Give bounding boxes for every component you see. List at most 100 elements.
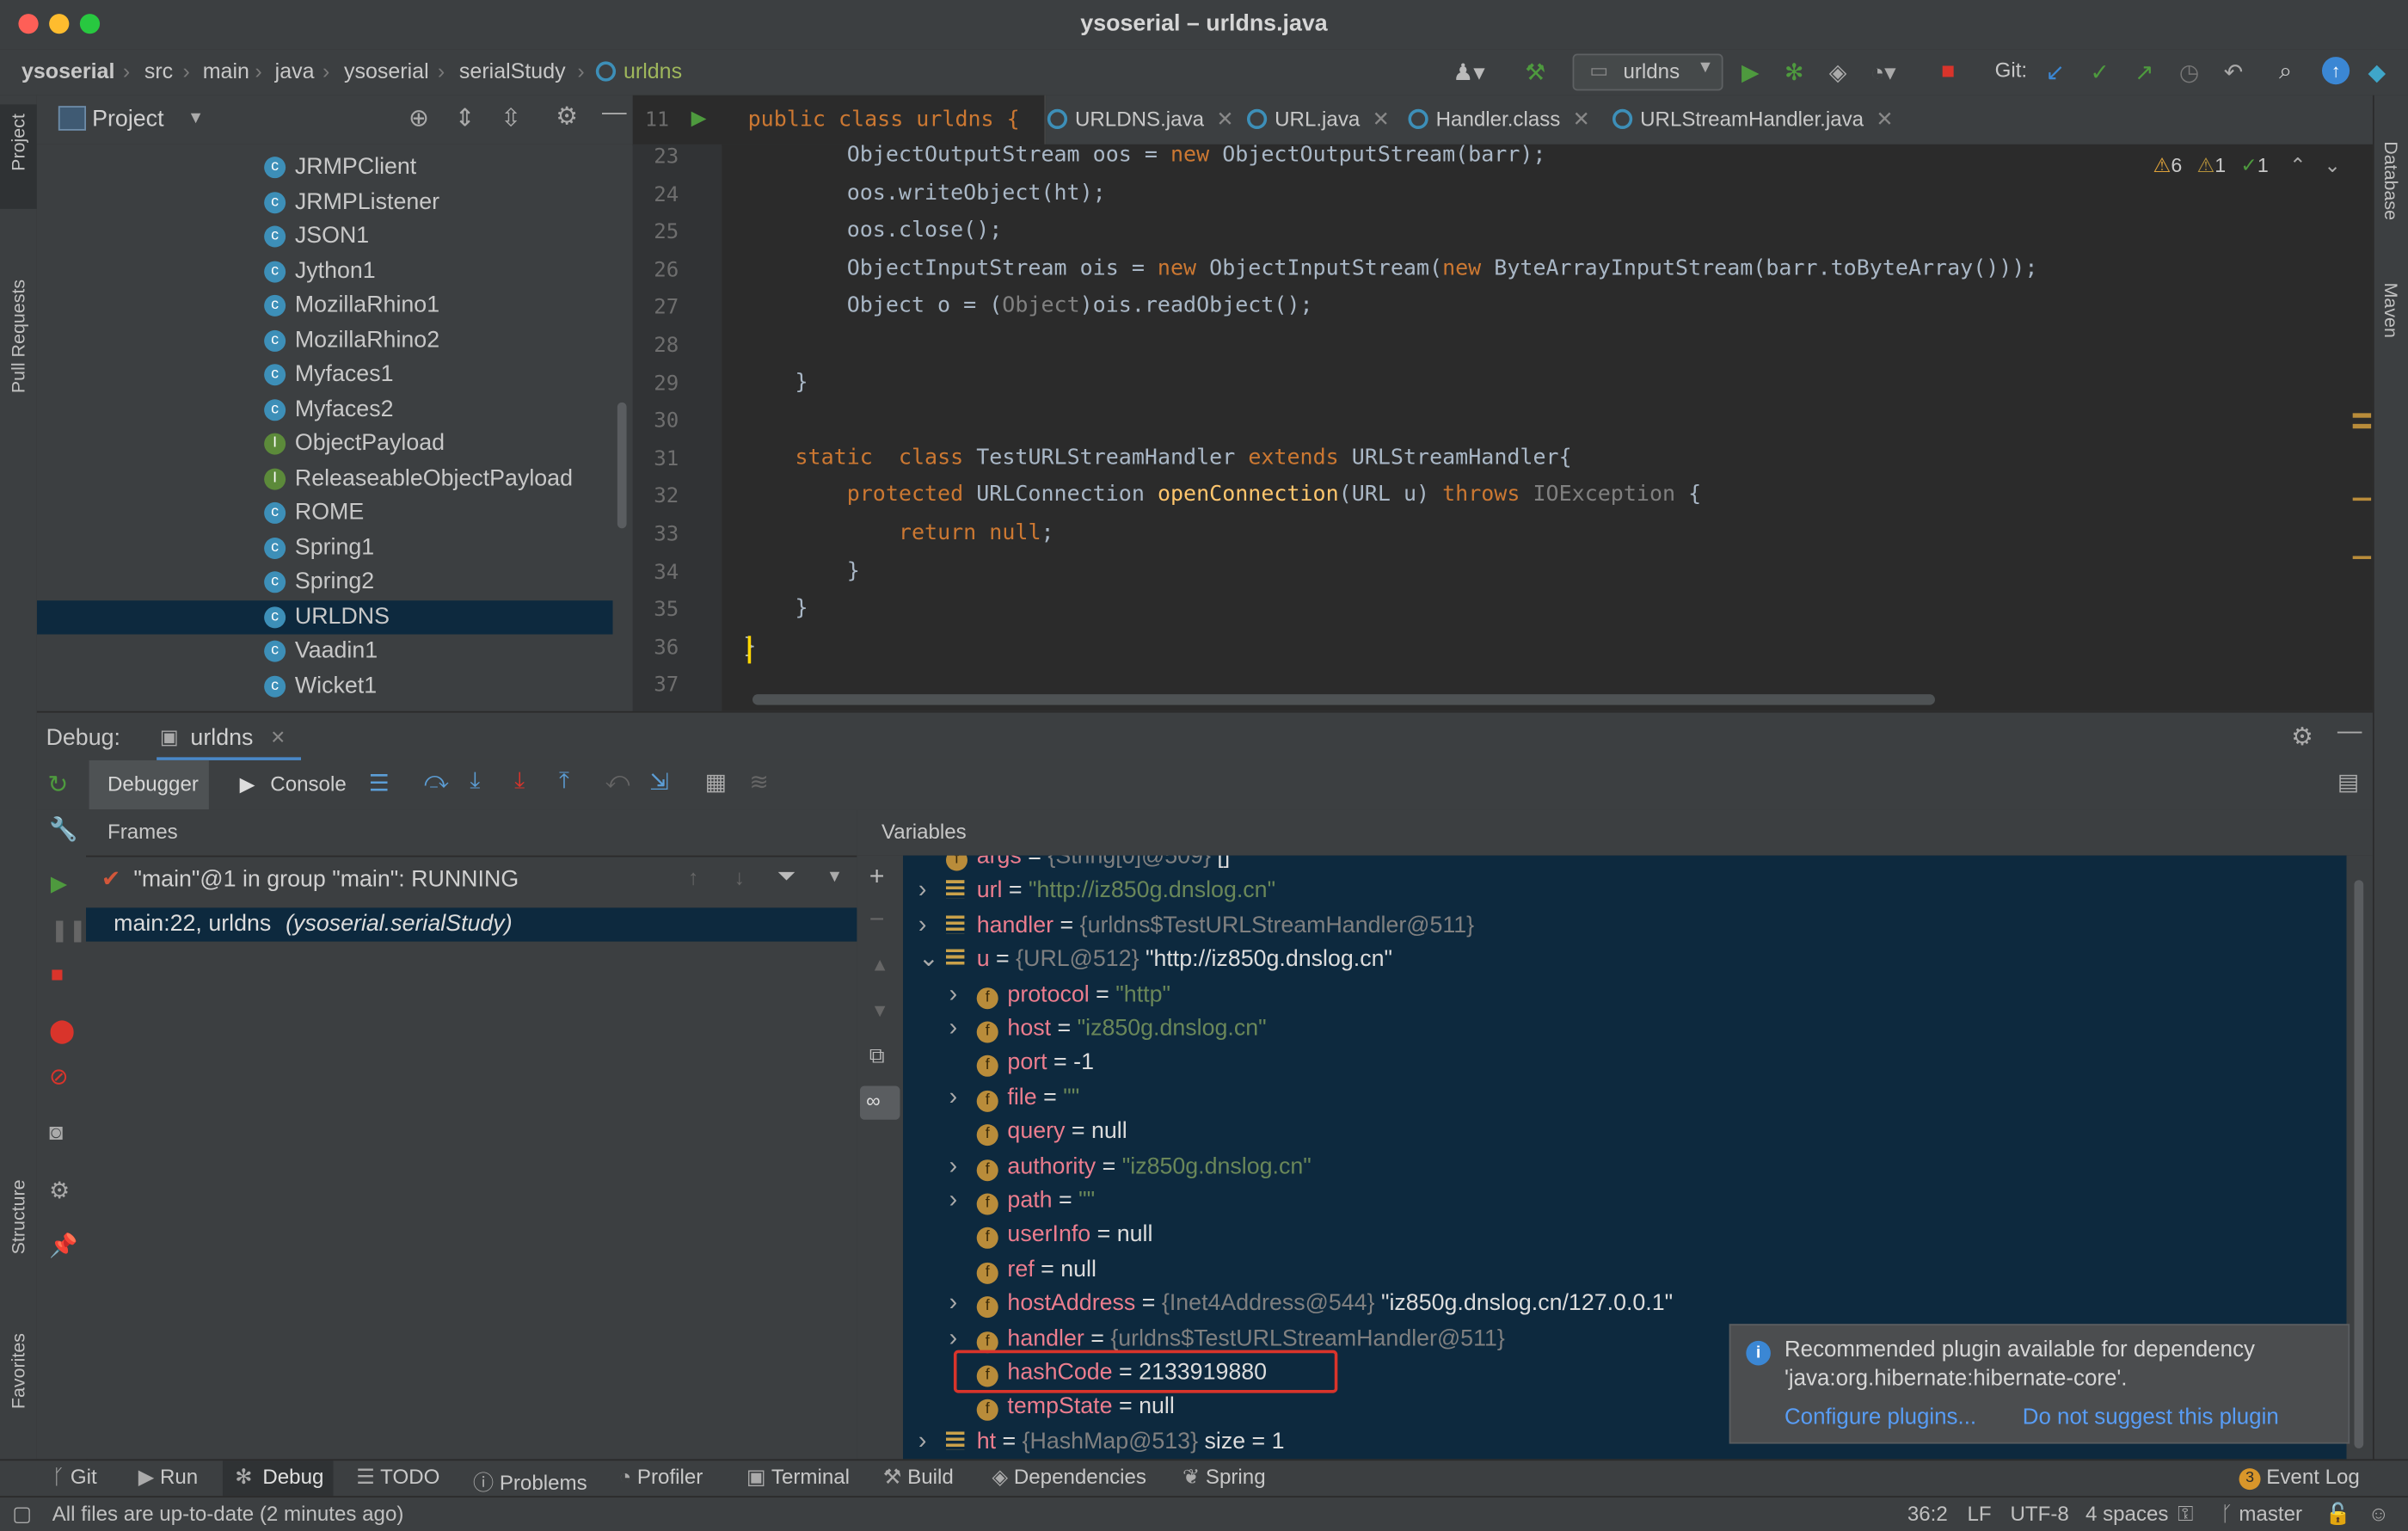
tab-spring[interactable]: ❦ Spring (1182, 1466, 1266, 1491)
tree-item[interactable]: c MozillaRhino2 (37, 323, 613, 357)
chevron-right-icon[interactable]: › (918, 909, 927, 943)
history-icon[interactable]: ◷ (2179, 58, 2199, 86)
chevron-right-icon[interactable]: › (949, 978, 958, 1011)
pause-icon[interactable]: ❚❚ (51, 917, 87, 943)
locate-icon[interactable]: ⊕ (408, 103, 429, 134)
tree-item[interactable]: c Wicket1 (37, 669, 613, 703)
event-log[interactable]: 3 Event Log (2239, 1466, 2360, 1491)
variable-row[interactable]: f args = {String[0]@509} [] (945, 855, 1230, 874)
close-icon[interactable]: ✕ (1216, 108, 1233, 131)
tab-url-java[interactable]: URL.java ✕ (1246, 95, 1390, 144)
move-down-icon[interactable]: ▼ (870, 999, 888, 1021)
build-hammer-icon[interactable]: ⚒ (1525, 58, 1545, 86)
inspection-widget[interactable]: ⚠6 ⚠1 ✓1 ⌃ ⌄ (2153, 154, 2341, 179)
line-separator[interactable]: LF (1967, 1502, 1991, 1525)
trace-icon[interactable]: ≋ (749, 768, 768, 796)
configure-plugins-link[interactable]: Configure plugins... (1784, 1405, 1976, 1430)
tab-build[interactable]: ⚒ Build (883, 1466, 954, 1491)
breadcrumb-project[interactable]: ysoserial (22, 58, 114, 83)
lock-icon[interactable]: 🔓 (2325, 1502, 2351, 1527)
close-icon[interactable]: ✕ (1573, 108, 1590, 131)
variables-scrollbar-track[interactable] (2346, 855, 2373, 1460)
plugin-icon[interactable]: ◆ (2368, 58, 2386, 86)
glasses-icon[interactable]: ∞ (859, 1085, 900, 1120)
evaluate-expression-icon[interactable]: ▦ (705, 768, 727, 796)
run-gutter-icon[interactable]: ▶ (691, 106, 707, 131)
tab-console[interactable]: Console (270, 772, 346, 796)
show-execution-point-icon[interactable]: ☰ (369, 770, 390, 796)
variable-row[interactable]: › f protocol = "http" (949, 978, 1170, 1011)
variable-row[interactable]: f ref = null (976, 1253, 1096, 1287)
arrow-up-icon[interactable]: ↑ (688, 864, 698, 889)
copy-icon[interactable]: ⧉ (869, 1042, 885, 1068)
tab-dependencies[interactable]: ◈ Dependencies (992, 1466, 1146, 1491)
tree-item[interactable]: c MozillaRhino1 (37, 289, 613, 323)
tree-item[interactable]: I ReleaseableObjectPayload (37, 462, 613, 495)
resume-icon[interactable]: ▶ (51, 870, 67, 896)
git-commit-icon[interactable]: ✓ (2090, 58, 2109, 86)
toggle-panel-icon[interactable]: ▢ (12, 1502, 32, 1527)
chevron-right-icon[interactable]: › (918, 875, 927, 908)
debug-session-tab[interactable]: ▣ urldns ✕ (157, 713, 301, 762)
mute-breakpoints-icon[interactable]: ⊘ (49, 1063, 68, 1090)
variable-row[interactable]: › f authority = "iz850g.dnslog.cn" (949, 1150, 1312, 1184)
add-watch-icon[interactable]: + (869, 862, 885, 893)
chevron-right-icon[interactable]: › (949, 1081, 958, 1115)
drop-frame-icon[interactable]: ⤺ (605, 768, 630, 794)
variable-row[interactable]: f port = -1 (976, 1047, 1094, 1080)
run-to-cursor-icon[interactable]: ⇲ (649, 768, 668, 796)
profile-icon[interactable]: ◔▾ (1870, 58, 1896, 86)
close-icon[interactable]: ✕ (270, 727, 286, 748)
stop-icon[interactable]: ■ (1941, 58, 1955, 84)
close-icon[interactable]: ✕ (1373, 108, 1390, 131)
breadcrumb-src[interactable]: src (144, 58, 173, 83)
inspector-icon[interactable]: ☺ (2368, 1502, 2390, 1525)
thread-select[interactable]: ✔ "main"@1 in group "main": RUNNING ↑ ↓ … (86, 862, 857, 899)
tree-item[interactable]: c JRMPListener (37, 185, 613, 218)
step-over-icon[interactable]: ⤼ (424, 768, 449, 794)
run-config-select[interactable]: ▭ urldns ▼ (1572, 53, 1723, 91)
indent-setting[interactable]: 4 spaces (2086, 1502, 2169, 1525)
file-encoding[interactable]: UTF-8 (2010, 1502, 2068, 1525)
arrow-down-icon[interactable]: ↓ (734, 864, 745, 889)
favorites-tool-tab[interactable]: Favorites (8, 1333, 29, 1409)
chevron-down-icon[interactable]: ⌄ (918, 944, 939, 977)
close-icon[interactable]: ✕ (1876, 108, 1893, 131)
chevron-right-icon[interactable]: › (949, 1150, 958, 1184)
force-step-into-icon[interactable]: ⤓ (514, 768, 525, 794)
tab-problems[interactable]: ⓘ Problems (473, 1466, 587, 1497)
chevron-right-icon[interactable]: › (949, 1288, 958, 1321)
database-tool-tab[interactable]: Database (2380, 141, 2402, 220)
move-up-icon[interactable]: ▲ (870, 954, 888, 975)
chevron-right-icon[interactable]: › (949, 1012, 958, 1046)
tree-item[interactable]: c Spring1 (37, 531, 613, 564)
chevron-down-icon[interactable]: ⌄ (2324, 154, 2340, 177)
git-update-icon[interactable]: ↙ (2046, 58, 2065, 86)
collapse-all-icon[interactable]: ⇳ (501, 103, 521, 134)
tree-item[interactable]: c Jython1 (37, 255, 613, 288)
variable-row[interactable]: › f path = "" (949, 1184, 1095, 1218)
variable-row[interactable]: › f hostAddress = {Inet4Address@544} "iz85… (949, 1288, 1673, 1321)
chevron-down-icon[interactable]: ▼ (826, 868, 843, 886)
tree-item[interactable]: c JRMPClient (37, 151, 613, 184)
modify-run-config-icon[interactable]: 🔧 (49, 815, 77, 843)
hide-panel-icon[interactable]: — (602, 100, 627, 127)
stop-icon[interactable]: ■ (51, 962, 64, 987)
breadcrumb-class[interactable]: urldns (595, 58, 682, 83)
tree-item[interactable]: I ObjectPayload (37, 427, 613, 460)
tab-todo[interactable]: ☰ TODO (356, 1466, 439, 1491)
camera-icon[interactable]: ◙ (49, 1120, 63, 1146)
breadcrumb-subpackage[interactable]: serialStudy (459, 58, 566, 83)
tab-urldns-java[interactable]: URLDNS.java ✕ (1047, 95, 1234, 144)
chevron-right-icon[interactable]: › (918, 1425, 927, 1459)
step-out-icon[interactable]: ⤒ (559, 768, 569, 794)
tree-item[interactable]: c URLDNS (36, 599, 613, 634)
tree-item[interactable]: c Vaadin1 (37, 634, 613, 667)
update-icon[interactable]: ↑ (2321, 57, 2350, 85)
remove-watch-icon[interactable]: − (869, 905, 885, 936)
variables-scrollbar[interactable] (2354, 880, 2364, 1448)
tab-debug[interactable]: ✻ Debug (222, 1460, 334, 1498)
tab-urlstreamhandler-java[interactable]: URLStreamHandler.java ✕ (1612, 95, 1894, 144)
gear-icon[interactable]: ⚙ (2291, 722, 2313, 753)
gear-icon[interactable]: ⚙ (556, 101, 578, 132)
